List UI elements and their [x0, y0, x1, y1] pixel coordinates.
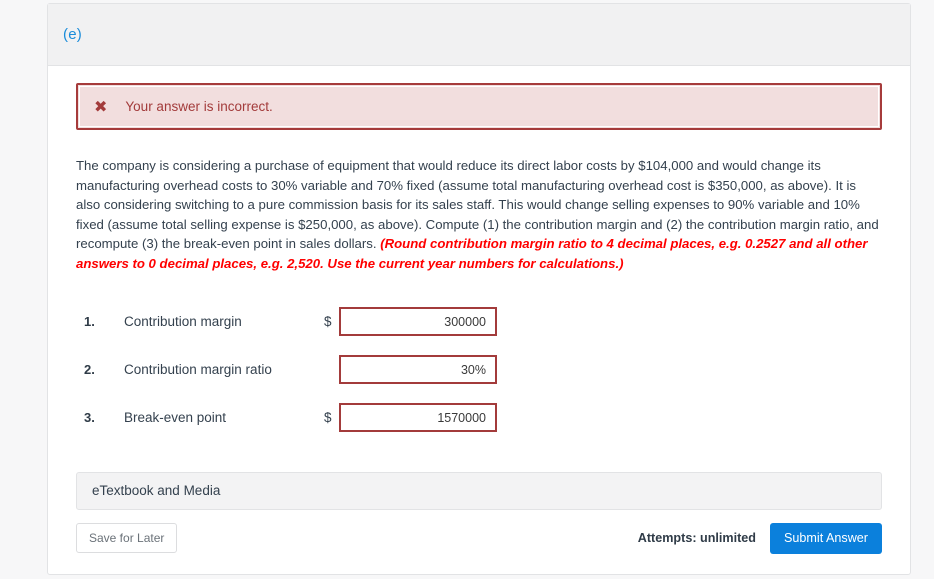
error-alert-banner: ✖ Your answer is incorrect.: [76, 83, 882, 130]
card-body: ✖ Your answer is incorrect. The company …: [48, 66, 910, 510]
x-mark-icon: ✖: [94, 96, 108, 116]
answer-row-label: Contribution margin: [124, 314, 242, 330]
break-even-point-field-wrap[interactable]: [339, 403, 497, 433]
submit-answer-button[interactable]: Submit Answer: [770, 522, 882, 554]
error-alert-message: Your answer is incorrect.: [125, 99, 273, 114]
answer-row: 2. Contribution margin ratio: [84, 346, 882, 394]
answer-row: 1. Contribution margin $: [84, 298, 882, 346]
contribution-margin-ratio-field-wrap[interactable]: [339, 355, 497, 385]
question-prompt: The company is considering a purchase of…: [76, 156, 881, 274]
answer-row-label: Break-even point: [124, 410, 227, 426]
etextbook-and-media-bar[interactable]: eTextbook and Media: [76, 471, 882, 510]
contribution-margin-input[interactable]: [341, 309, 495, 335]
attempts-label: Attempts: unlimited: [637, 531, 756, 546]
card-footer: Save for Later Attempts: unlimited Submi…: [48, 510, 910, 574]
question-card: (e) ✖ Your answer is incorrect. The comp…: [47, 3, 911, 575]
answer-list: 1. Contribution margin $ 2. Contribution…: [84, 298, 882, 442]
answer-row-number: 2.: [84, 362, 95, 378]
answer-row: 3. Break-even point $: [84, 394, 882, 442]
etextbook-and-media-label: eTextbook and Media: [92, 483, 221, 499]
card-header: (e): [48, 4, 910, 66]
footer-right-group: Attempts: unlimited Submit Answer: [637, 522, 882, 554]
answer-row-number: 3.: [84, 410, 95, 426]
answer-row-label: Contribution margin ratio: [124, 362, 272, 378]
currency-symbol: $: [324, 314, 332, 330]
contribution-margin-ratio-input[interactable]: [341, 357, 495, 383]
currency-symbol: $: [324, 410, 332, 426]
break-even-point-input[interactable]: [341, 405, 495, 431]
part-label[interactable]: (e): [63, 26, 82, 43]
contribution-margin-field-wrap[interactable]: [339, 307, 497, 337]
answer-row-number: 1.: [84, 314, 95, 330]
save-for-later-button[interactable]: Save for Later: [76, 523, 178, 554]
